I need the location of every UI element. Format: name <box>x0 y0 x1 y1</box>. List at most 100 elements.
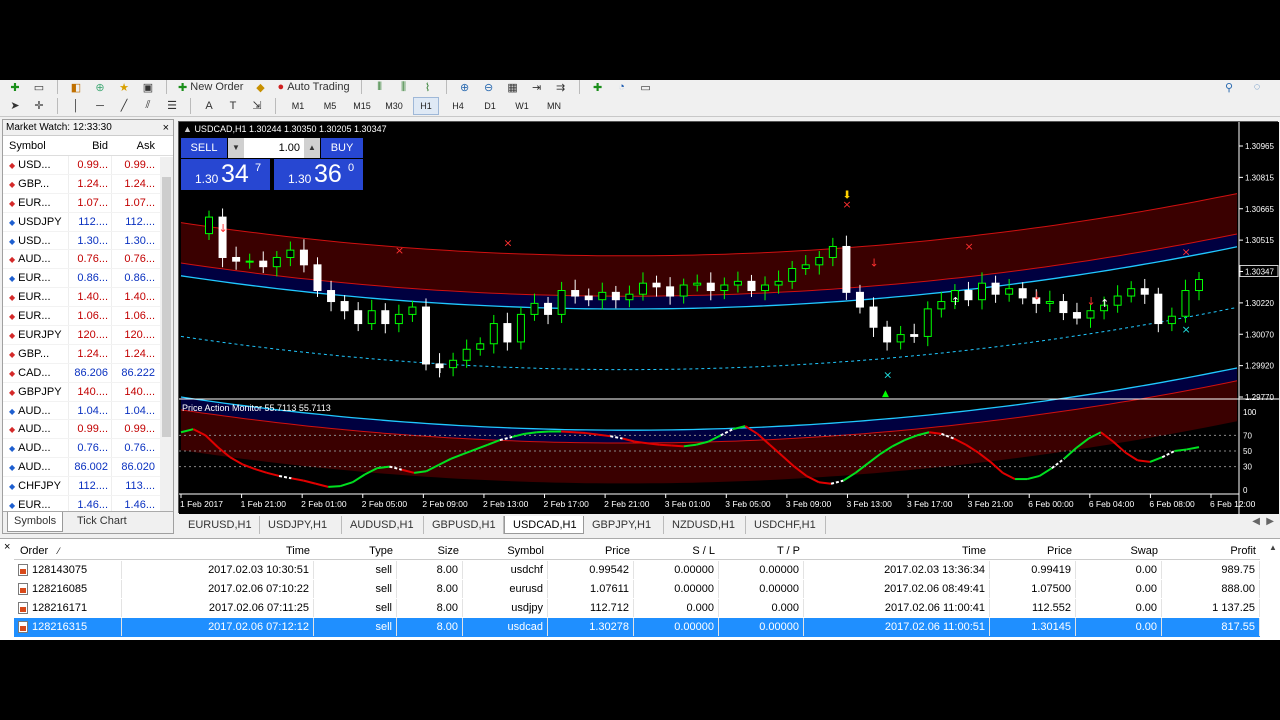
market-watch-row[interactable]: ◆ GBP... 1.24... 1.24... <box>3 344 173 364</box>
profiles-icon[interactable]: ▭ <box>30 80 48 94</box>
timeframe-w1[interactable]: W1 <box>509 97 535 115</box>
data-window-icon[interactable]: ⊕ <box>91 80 109 94</box>
lot-size-input[interactable]: 1.00 <box>244 138 304 158</box>
market-watch-row[interactable]: ◆ EUR... 1.06... 1.06... <box>3 307 173 327</box>
timeframe-mn[interactable]: MN <box>541 97 567 115</box>
timeframe-d1[interactable]: D1 <box>477 97 503 115</box>
tab-scroll-left-icon[interactable]: ◀ <box>1252 516 1260 527</box>
market-watch-row[interactable]: ◆ USDJPY 112.... 112.... <box>3 212 173 232</box>
zoom-in-icon[interactable]: ⊕ <box>456 80 474 94</box>
chart-tab[interactable]: USDCAD,H1 <box>504 516 584 534</box>
sell-price-box[interactable]: 1.30 34 7 <box>181 159 270 190</box>
tab-symbols[interactable]: Symbols <box>7 512 64 532</box>
chart-tab[interactable]: GBPUSD,H1 <box>424 516 504 534</box>
close-icon[interactable]: × <box>163 120 169 136</box>
scroll-up-icon[interactable]: ▲ <box>1269 543 1277 552</box>
terminal-close-icon[interactable]: × <box>4 541 10 553</box>
column-tp[interactable]: T / P <box>719 542 804 560</box>
scrollbar-thumb[interactable] <box>162 177 171 437</box>
market-watch-row[interactable]: ◆ USD... 1.30... 1.30... <box>3 231 173 251</box>
chart-tab[interactable]: USDCHF,H1 <box>746 516 826 534</box>
chart-shift-icon[interactable]: ⇥ <box>528 80 546 94</box>
vertical-line-icon[interactable]: │ <box>67 97 85 115</box>
market-watch-row[interactable]: ◆ EURJPY 120.... 120.... <box>3 326 173 345</box>
column-symbol[interactable]: Symbol <box>3 136 68 155</box>
market-watch-row[interactable]: ◆ CHFJPY 112.... 113.... <box>3 477 173 497</box>
market-watch-row[interactable]: ◆ AUD... 0.76... 0.76... <box>3 439 173 459</box>
market-watch-row[interactable]: ◆ GBPJPY 140.... 140.... <box>3 382 173 402</box>
tab-tick-chart[interactable]: Tick Chart <box>71 512 133 532</box>
timeframe-h1[interactable]: H1 <box>413 96 439 115</box>
order-row[interactable]: 128143075 2017.02.03 10:30:51 sell 8.00 usdc… <box>14 561 1260 580</box>
column-time[interactable]: Time <box>122 542 314 560</box>
order-row[interactable]: 128216171 2017.02.06 07:11:25 sell 8.00 usdj… <box>14 599 1260 618</box>
arrows-icon[interactable]: ⇲ <box>248 97 266 115</box>
tile-windows-icon[interactable]: ▦ <box>504 80 522 94</box>
lot-increase-icon[interactable]: ▲ <box>304 138 320 158</box>
text-icon[interactable]: A <box>200 97 218 115</box>
autoscroll-icon[interactable]: ⇉ <box>552 80 570 94</box>
market-watch-row[interactable]: ◆ GBP... 1.24... 1.24... <box>3 174 173 194</box>
text-label-icon[interactable]: T <box>224 97 242 115</box>
terminal-icon[interactable]: ▣ <box>139 80 157 94</box>
terminal-scrollbar[interactable]: ▲ <box>1266 541 1280 637</box>
horizontal-line-icon[interactable]: ─ <box>91 97 109 115</box>
trendline-icon[interactable]: ╱ <box>115 97 133 115</box>
crosshair-icon[interactable]: ✛ <box>30 97 48 115</box>
chart-tab[interactable]: AUDUSD,H1 <box>342 516 424 534</box>
column-sl[interactable]: S / L <box>634 542 719 560</box>
buy-price-box[interactable]: 1.30 36 0 <box>274 159 363 190</box>
column-swap[interactable]: Swap <box>1076 542 1162 560</box>
market-watch-row[interactable]: ◆ EUR... 0.86... 0.86... <box>3 269 173 289</box>
cursor-icon[interactable]: ➤ <box>6 97 24 115</box>
market-watch-row[interactable]: ◆ EUR... 1.40... 1.40... <box>3 288 173 308</box>
templates-icon[interactable]: ▭ <box>637 80 655 94</box>
column-bid[interactable]: Bid <box>68 136 111 155</box>
market-watch-row[interactable]: ◆ USD... 0.99... 0.99... <box>3 156 173 175</box>
timeframe-m30[interactable]: M30 <box>381 97 407 115</box>
fibonacci-icon[interactable]: ☰ <box>163 97 181 115</box>
buy-button[interactable]: BUY <box>321 138 363 158</box>
chat-icon[interactable]: ◌ <box>1248 80 1266 94</box>
column-profit[interactable]: Profit <box>1162 542 1260 560</box>
market-watch-row[interactable]: ◆ AUD... 86.002 86.020 <box>3 458 173 478</box>
column-price[interactable]: Price <box>548 542 634 560</box>
chart-tab[interactable]: EURUSD,H1 <box>180 516 260 534</box>
chart-tab[interactable]: USDJPY,H1 <box>260 516 342 534</box>
timeframe-m15[interactable]: M15 <box>349 97 375 115</box>
column-symbol[interactable]: Symbol <box>463 542 548 560</box>
meta-editor-icon[interactable]: ◆ <box>251 80 269 94</box>
search-icon[interactable]: ⚲ <box>1220 80 1238 94</box>
timeframe-h4[interactable]: H4 <box>445 97 471 115</box>
order-row[interactable]: 128216085 2017.02.06 07:10:22 sell 8.00 euru… <box>14 580 1260 599</box>
timeframe-m1[interactable]: M1 <box>285 97 311 115</box>
chart-tab[interactable]: NZDUSD,H1 <box>664 516 746 534</box>
new-order-button[interactable]: ✚ New Order <box>176 80 245 94</box>
market-watch-row[interactable]: ◆ CAD... 86.206 86.222 <box>3 363 173 383</box>
market-watch-scrollbar[interactable] <box>160 157 173 513</box>
column-order[interactable]: Order <box>14 542 122 560</box>
bar-chart-icon[interactable]: ⫴ <box>371 80 389 94</box>
navigator-icon[interactable]: ★ <box>115 80 133 94</box>
channel-icon[interactable]: ⫽ <box>139 97 157 115</box>
timeframe-m5[interactable]: M5 <box>317 97 343 115</box>
column-size[interactable]: Size <box>397 542 463 560</box>
column-ask[interactable]: Ask <box>111 136 158 155</box>
column-price2[interactable]: Price <box>990 542 1076 560</box>
zoom-out-icon[interactable]: ⊖ <box>480 80 498 94</box>
market-watch-row[interactable]: ◆ AUD... 0.76... 0.76... <box>3 250 173 270</box>
lot-dropdown-icon[interactable]: ▼ <box>228 138 244 158</box>
market-watch-row[interactable]: ◆ AUD... 1.04... 1.04... <box>3 401 173 421</box>
line-chart-icon[interactable]: ⌇ <box>419 80 437 94</box>
indicators-icon[interactable]: ✚ <box>589 80 607 94</box>
market-watch-icon[interactable]: ◧ <box>67 80 85 94</box>
tab-scroll-right-icon[interactable]: ▶ <box>1266 516 1274 527</box>
market-watch-row[interactable]: ◆ AUD... 0.99... 0.99... <box>3 420 173 440</box>
candlestick-icon[interactable]: ⫼ <box>395 80 413 94</box>
auto-trading-button[interactable]: ● Auto Trading <box>275 80 351 94</box>
chart-window[interactable]: ↓ × × × ⬇ ↓ × ↓ ↓ × × × ↑ ↑ ↑ ↑ 1.30965 1.30815 1.30665 1.3… <box>178 121 1279 514</box>
new-chart-icon[interactable]: ✚ <box>6 80 24 94</box>
column-time2[interactable]: Time <box>804 542 990 560</box>
periods-icon[interactable]: ◔ <box>613 80 631 94</box>
order-row[interactable]: 128216315 2017.02.06 07:12:12 sell 8.00 usdc… <box>14 618 1260 637</box>
